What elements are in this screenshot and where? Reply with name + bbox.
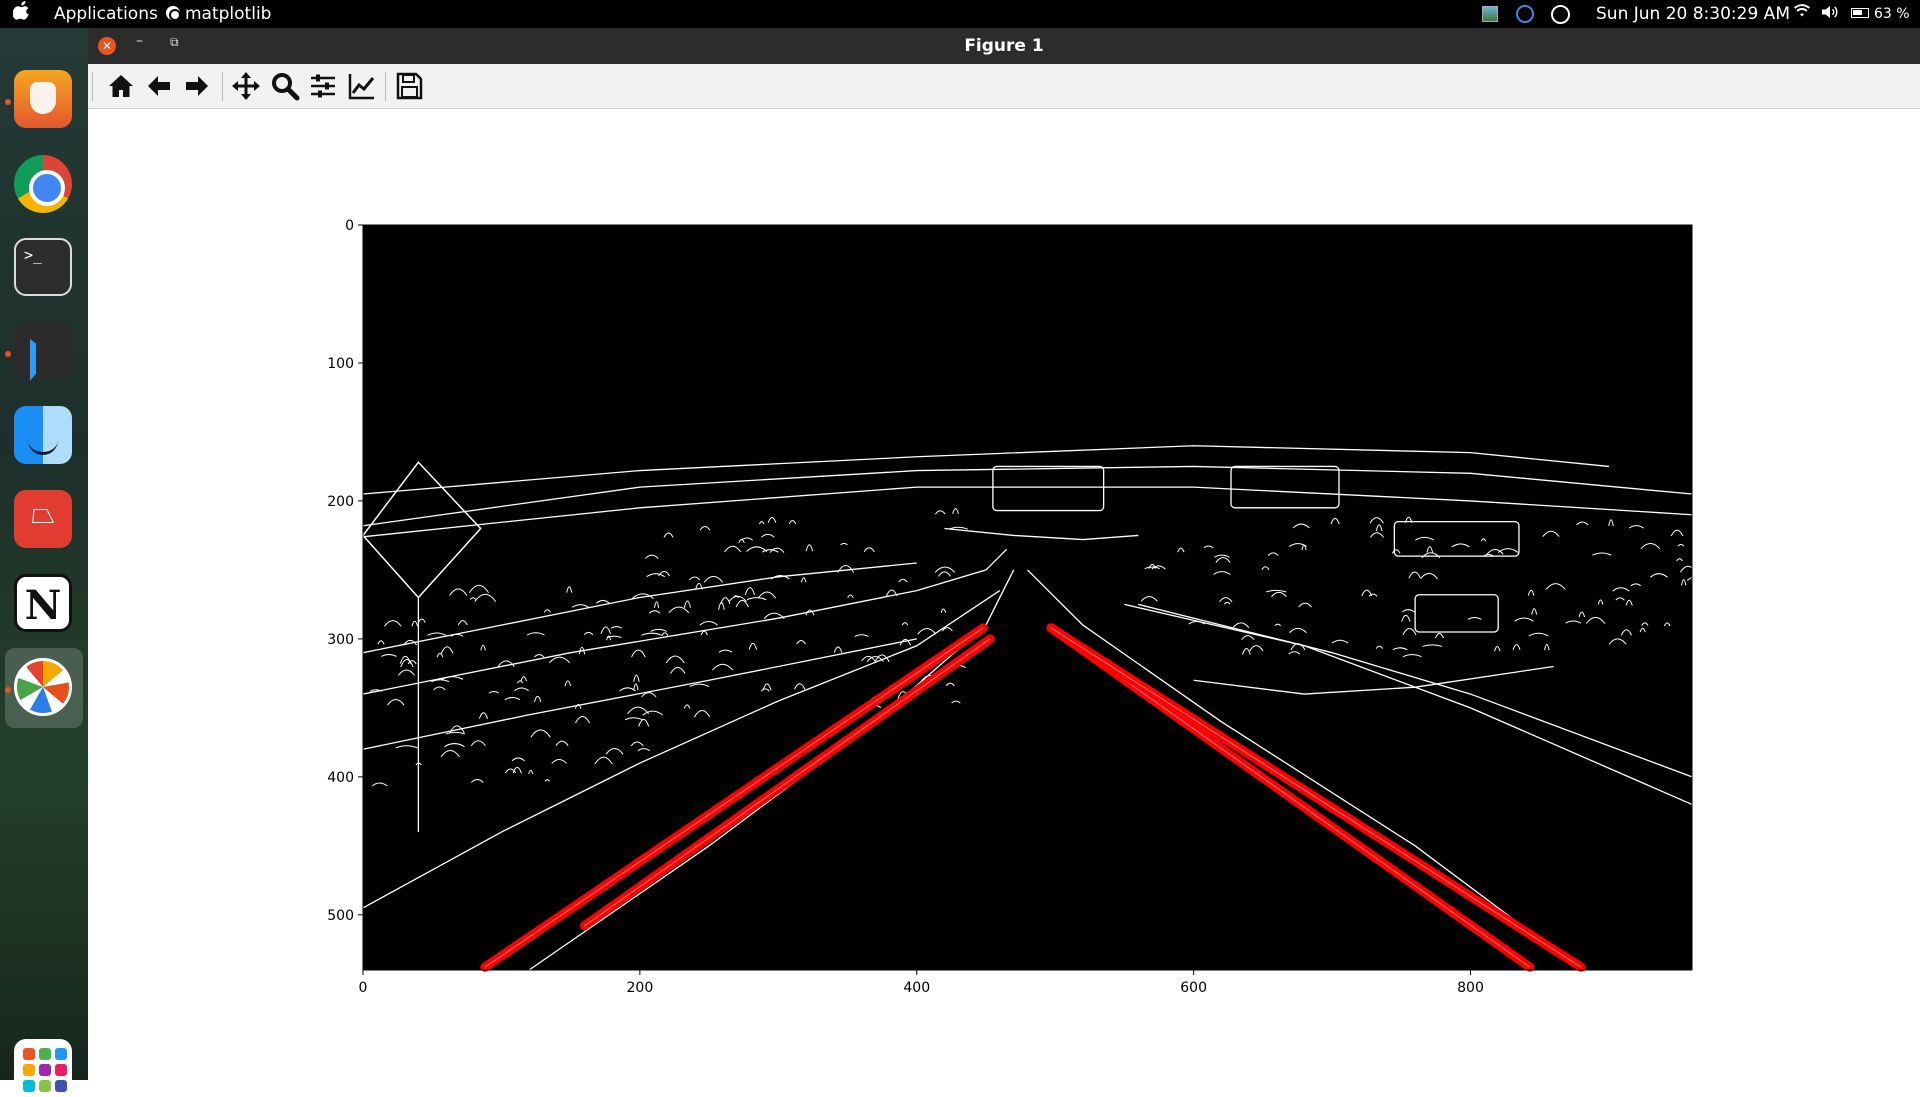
- app-grid-dot: [55, 1080, 67, 1092]
- toolbar-separator: [385, 72, 386, 101]
- y-tick-label: 200: [327, 494, 354, 510]
- y-tick-label: 300: [327, 632, 354, 648]
- active-app-label: matplotlib: [185, 4, 272, 24]
- apple-menu-icon[interactable]: [12, 0, 31, 28]
- active-app-menu[interactable]: matplotlib: [166, 0, 271, 28]
- terminal-icon[interactable]: >_: [14, 238, 72, 296]
- brave-browser-icon[interactable]: [14, 70, 72, 128]
- y-tick-label: 500: [327, 908, 354, 924]
- running-indicator: [5, 687, 11, 693]
- battery-icon: [1851, 8, 1869, 18]
- x-tick-label: 0: [359, 980, 368, 996]
- battery-percent: 63 %: [1874, 6, 1910, 22]
- app-grid-dot: [23, 1080, 35, 1092]
- notion-icon[interactable]: N: [14, 574, 72, 632]
- home-icon[interactable]: [106, 71, 136, 101]
- app-grid-dot: [39, 1080, 51, 1092]
- matplotlib-toolbar: [88, 64, 1920, 109]
- edge-image: [363, 225, 1692, 970]
- battery-indicator[interactable]: 63 %: [1851, 0, 1910, 28]
- app-grid-dot: [55, 1064, 67, 1076]
- x-tick-label: 400: [903, 980, 930, 996]
- y-tick-label: 400: [327, 770, 354, 786]
- chrome-icon[interactable]: [14, 155, 72, 213]
- window-title-bar: ✕ – ⧉ Figure 1: [88, 28, 1920, 64]
- toolbar-grip: [92, 72, 93, 101]
- y-tick-label: 0: [345, 218, 354, 234]
- toolbar-separator: [222, 72, 223, 101]
- window-title: Figure 1: [964, 36, 1044, 56]
- edit-axis-icon[interactable]: [347, 71, 377, 101]
- app-grid-dot: [39, 1048, 51, 1060]
- y-tick-label: 100: [327, 356, 354, 372]
- pan-icon[interactable]: [231, 71, 261, 101]
- applications-menu[interactable]: Applications: [54, 0, 158, 28]
- image-viewer-tray-icon[interactable]: [1482, 6, 1498, 22]
- matplotlib-icon: [166, 6, 181, 21]
- x-tick-label: 800: [1457, 980, 1484, 996]
- accessibility-icon[interactable]: [1551, 5, 1570, 24]
- app-grid-dot: [23, 1048, 35, 1060]
- wifi-icon[interactable]: [1794, 0, 1810, 28]
- app-grid-dot: [39, 1064, 51, 1076]
- back-arrow-icon[interactable]: [144, 71, 174, 101]
- x-tick-label: 600: [1180, 980, 1207, 996]
- axes-plot[interactable]: 0 200 400 600 800 0 100 200 300 400 500: [88, 109, 1920, 1080]
- pinwheel-app-icon[interactable]: [14, 658, 72, 716]
- forward-arrow-icon[interactable]: [182, 71, 212, 101]
- show-applications-icon[interactable]: [14, 1039, 72, 1097]
- finder-icon[interactable]: [14, 406, 72, 464]
- zoom-icon[interactable]: [270, 71, 300, 101]
- clock[interactable]: Sun Jun 20 8:30:29 AM: [1596, 0, 1790, 28]
- system-top-bar: Applications matplotlib Sun Jun 20 8:30:…: [0, 0, 1920, 28]
- volume-icon[interactable]: [1822, 0, 1839, 28]
- application-dock: >_ N: [0, 28, 88, 1097]
- app-grid-dot: [55, 1048, 67, 1060]
- sync-tray-icon[interactable]: [1516, 5, 1534, 23]
- running-indicator: [5, 99, 11, 105]
- vscode-icon[interactable]: [14, 322, 72, 380]
- x-tick-label: 200: [627, 980, 654, 996]
- subplots-config-icon[interactable]: [308, 71, 338, 101]
- figure-canvas[interactable]: 0 200 400 600 800 0 100 200 300 400 500: [88, 109, 1920, 1080]
- running-indicator: [5, 351, 11, 357]
- app-grid-dot: [23, 1064, 35, 1076]
- pdf-reader-icon[interactable]: [14, 490, 72, 548]
- save-icon[interactable]: [394, 71, 424, 101]
